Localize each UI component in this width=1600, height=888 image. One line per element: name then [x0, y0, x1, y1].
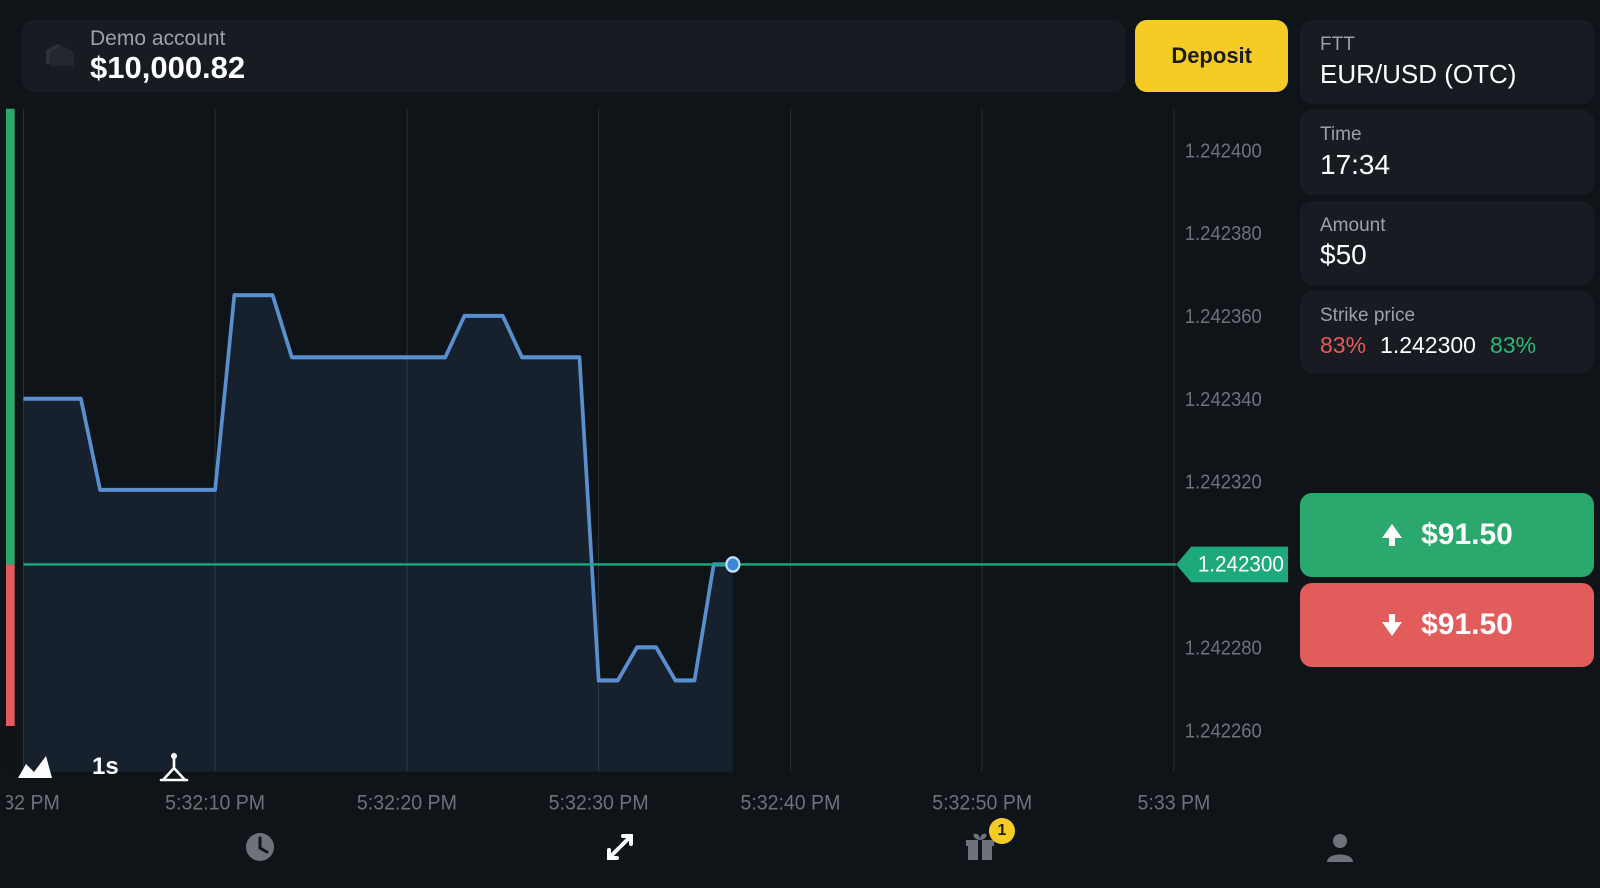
nav-gift-icon[interactable]: 1 [963, 830, 997, 869]
buy-down-button[interactable]: $91.50 [1300, 583, 1594, 667]
svg-text:1.242300: 1.242300 [1198, 551, 1284, 577]
buy-up-amount: $91.50 [1421, 518, 1513, 552]
svg-text:1.242360: 1.242360 [1185, 305, 1262, 328]
strike-up-pct: 83% [1490, 332, 1536, 359]
strike-card[interactable]: Strike price 83% 1.242300 83% [1300, 291, 1594, 373]
svg-text:1.242280: 1.242280 [1185, 637, 1262, 660]
account-label: Demo account [90, 27, 245, 50]
svg-text:1.242340: 1.242340 [1185, 388, 1262, 411]
instrument-name: EUR/USD (OTC) [1320, 59, 1574, 90]
amount-label: Amount [1320, 215, 1574, 238]
instrument-card[interactable]: FTT EUR/USD (OTC) [1300, 20, 1594, 104]
strike-down-pct: 83% [1320, 332, 1366, 359]
amount-card[interactable]: Amount $50 [1300, 201, 1594, 286]
time-label: Time [1320, 124, 1574, 147]
svg-text:1.242260: 1.242260 [1185, 720, 1262, 743]
amount-value: $50 [1320, 239, 1574, 271]
time-card[interactable]: Time 17:34 [1300, 110, 1594, 195]
drawing-tools-icon[interactable] [159, 752, 189, 782]
price-chart[interactable]: 1.242400 1.242380 1.242360 1.242340 1.242320… [6, 104, 1288, 888]
bottom-nav: 1 [0, 810, 1600, 888]
gift-badge: 1 [989, 818, 1015, 844]
nav-history-icon[interactable] [243, 830, 277, 869]
arrow-up-icon [1381, 523, 1403, 547]
trade-type-label: FTT [1320, 34, 1574, 57]
svg-text:1.242320: 1.242320 [1185, 471, 1262, 494]
account-card[interactable]: Demo account $10,000.82 [22, 20, 1125, 92]
interval-selector[interactable]: 1s [92, 753, 119, 781]
deposit-button[interactable]: Deposit [1135, 20, 1288, 92]
arrow-down-icon [1381, 613, 1403, 637]
nav-expand-icon[interactable] [603, 830, 637, 869]
strike-label: Strike price [1320, 305, 1574, 328]
account-balance: $10,000.82 [90, 51, 245, 85]
wallet-icon [44, 42, 76, 70]
nav-profile-icon[interactable] [1323, 830, 1357, 869]
buy-down-amount: $91.50 [1421, 608, 1513, 642]
strike-price: 1.242300 [1380, 332, 1476, 359]
buy-up-button[interactable]: $91.50 [1300, 493, 1594, 577]
svg-text:1.242380: 1.242380 [1185, 222, 1262, 245]
chart-type-icon[interactable] [18, 754, 52, 780]
svg-text:1.242400: 1.242400 [1185, 140, 1262, 163]
chart-toolbar: 1s [18, 752, 189, 782]
time-value: 17:34 [1320, 149, 1574, 181]
